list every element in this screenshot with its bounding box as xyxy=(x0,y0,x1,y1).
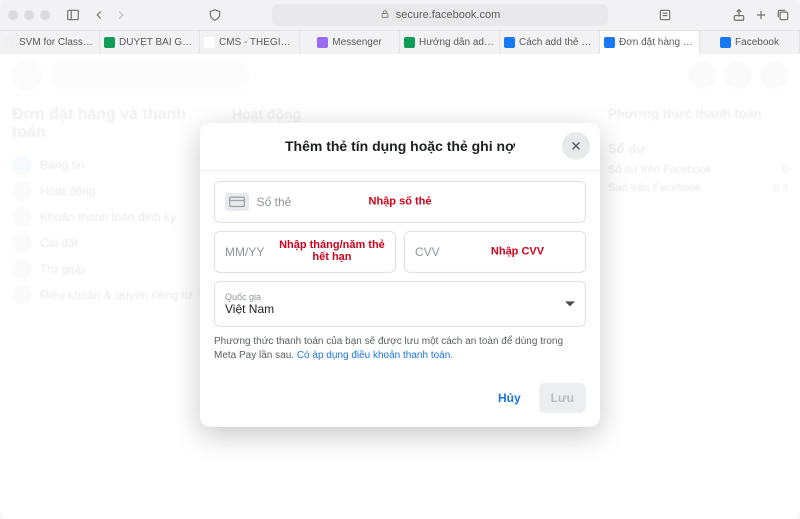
shield-icon[interactable] xyxy=(206,6,224,24)
favicon-icon xyxy=(317,37,328,48)
traffic-close[interactable] xyxy=(8,10,18,20)
browser-tab[interactable]: Facebook xyxy=(700,31,800,54)
add-card-modal: Thêm thẻ tín dụng hoặc thẻ ghi nợ Nhập s… xyxy=(200,122,600,426)
share-icon[interactable] xyxy=(730,6,748,24)
country-select[interactable]: Quốc gia Việt Nam xyxy=(214,280,586,326)
back-icon[interactable] xyxy=(90,6,108,24)
favicon-icon xyxy=(604,37,615,48)
tab-label: CMS - THEGIOIDIDO… xyxy=(219,37,295,48)
browser-tab[interactable]: Hướng dẫn add thẻ vi… xyxy=(400,31,500,54)
favicon-icon xyxy=(720,37,731,48)
url-text: secure.facebook.com xyxy=(396,9,501,21)
tab-label: DUYỆT BÀI GAME/AP… xyxy=(119,37,195,48)
tab-strip: SVM for Classification DUYỆT BÀI GAME/AP…… xyxy=(0,30,800,54)
forward-icon[interactable] xyxy=(112,6,130,24)
traffic-min[interactable] xyxy=(24,10,34,20)
card-number-field[interactable]: Nhập số thẻ xyxy=(214,180,586,222)
legal-text: Phương thức thanh toán của bạn sẽ được l… xyxy=(214,334,586,362)
tab-label: Facebook xyxy=(735,37,779,48)
browser-toolbar: secure.facebook.com xyxy=(0,0,800,30)
country-value: Việt Nam xyxy=(225,301,575,315)
browser-tab[interactable]: SVM for Classification xyxy=(0,31,100,54)
favicon-icon xyxy=(504,37,515,48)
cvv-field[interactable]: Nhập CVV xyxy=(404,230,586,272)
tab-label: SVM for Classification xyxy=(19,37,95,48)
modal-title: Thêm thẻ tín dụng hoặc thẻ ghi nợ xyxy=(285,138,515,154)
traffic-max[interactable] xyxy=(40,10,50,20)
lock-icon xyxy=(380,9,390,22)
card-icon xyxy=(225,192,249,210)
browser-tab[interactable]: DUYỆT BÀI GAME/AP… xyxy=(100,31,200,54)
address-bar[interactable]: secure.facebook.com xyxy=(272,4,608,26)
favicon-icon xyxy=(104,37,115,48)
tab-label: Cách add thẻ vào tài… xyxy=(519,37,595,48)
card-number-input[interactable] xyxy=(257,194,575,208)
close-button[interactable] xyxy=(562,132,590,160)
browser-tab[interactable]: Cách add thẻ vào tài… xyxy=(500,31,600,54)
browser-tab[interactable]: Đơn đặt hàng và than… xyxy=(600,31,700,54)
sidebar-toggle-icon[interactable] xyxy=(64,6,82,24)
page-viewport: Đơn đặt hàng và thanh toán Bảng tinHoạt … xyxy=(0,54,800,519)
expiry-input[interactable] xyxy=(225,244,385,258)
expiry-field[interactable]: Nhập tháng/năm thẻ hết hạn xyxy=(214,230,396,272)
country-label: Quốc gia xyxy=(225,291,575,301)
browser-tab[interactable]: Messenger xyxy=(300,31,400,54)
reader-icon[interactable] xyxy=(656,6,674,24)
new-tab-icon[interactable] xyxy=(752,6,770,24)
chevron-down-icon xyxy=(565,301,575,306)
favicon-icon xyxy=(404,37,415,48)
tab-label: Hướng dẫn add thẻ vi… xyxy=(419,37,495,48)
favicon-icon xyxy=(204,37,215,48)
tabs-overview-icon[interactable] xyxy=(774,6,792,24)
window-traffic-lights xyxy=(8,10,50,20)
cancel-button[interactable]: Hủy xyxy=(486,382,533,412)
browser-tab[interactable]: CMS - THEGIOIDIDO… xyxy=(200,31,300,54)
tab-label: Đơn đặt hàng và than… xyxy=(619,37,695,48)
favicon-icon xyxy=(4,37,15,48)
cvv-input[interactable] xyxy=(415,244,575,258)
legal-link[interactable]: Có áp dụng điều khoản thanh toán. xyxy=(297,349,453,360)
tab-label: Messenger xyxy=(332,37,381,48)
save-button[interactable]: Lưu xyxy=(539,382,586,412)
